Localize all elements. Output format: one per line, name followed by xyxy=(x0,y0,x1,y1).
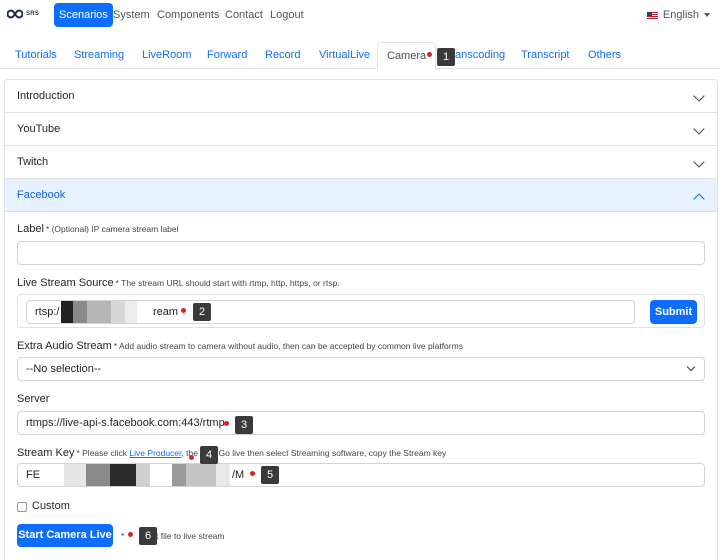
key-value-end: /M xyxy=(232,469,245,481)
custom-checkbox[interactable] xyxy=(17,502,27,512)
chevron-down-icon xyxy=(693,123,705,135)
source-hint: * The stream URL should start with rtmp,… xyxy=(115,278,340,288)
live-producer-link[interactable]: Live Producer xyxy=(129,448,181,458)
redaction-block xyxy=(111,301,125,323)
redaction-block xyxy=(64,464,86,486)
start-camera-live-button[interactable]: Start Camera Live xyxy=(17,524,113,547)
tab-transcript[interactable]: Transcript xyxy=(521,49,570,61)
redaction-block xyxy=(136,464,150,486)
accordion-title: YouTube xyxy=(17,123,61,135)
key-value-start: FE xyxy=(26,469,41,481)
audio-selected: --No selection-- xyxy=(26,363,102,375)
custom-label: Custom xyxy=(32,500,70,512)
tab-forward[interactable]: Forward xyxy=(207,49,247,61)
tab-streaming[interactable]: Streaming xyxy=(74,49,124,61)
redaction-block xyxy=(186,464,216,486)
accordion-title: Introduction xyxy=(17,90,75,102)
tab-virtuallive[interactable]: VirtualLive xyxy=(319,49,370,61)
source-value-end: ream xyxy=(153,306,179,318)
accordion-facebook[interactable]: Facebook xyxy=(5,179,717,212)
chevron-up-icon xyxy=(693,193,705,205)
audio-field-label: Extra Audio Stream * Add audio stream to … xyxy=(17,340,463,352)
nav-scenarios[interactable]: Scenarios xyxy=(54,3,113,27)
start-hint-post: t file to live stream xyxy=(156,531,225,541)
key-hint-pre: * Please click xyxy=(76,448,128,458)
label-hint: * (Optional) IP camera stream label xyxy=(45,224,179,234)
accordion-youtube[interactable]: YouTube xyxy=(5,113,717,146)
server-input[interactable]: rtmps://live-api-s.facebook.com:443/rtmp xyxy=(17,411,705,435)
chevron-down-icon xyxy=(693,90,705,102)
server-title: Server xyxy=(17,393,50,405)
tab-tutorials[interactable]: Tutorials xyxy=(15,49,57,61)
accordion-introduction[interactable]: Introduction xyxy=(5,80,717,113)
marker-4: 4 xyxy=(200,446,218,464)
source-input-group: rtsp:/ ream Submit xyxy=(17,294,705,328)
marker-2: 2 xyxy=(193,303,211,321)
scenario-tabs: Tutorials Streaming LiveRoom Forward Rec… xyxy=(0,42,720,70)
nav-components[interactable]: Components xyxy=(157,9,219,21)
chevron-down-icon xyxy=(686,362,696,372)
marker-dot xyxy=(181,308,186,313)
tab-others[interactable]: Others xyxy=(588,49,621,61)
language-label: English xyxy=(662,9,699,21)
redaction-block xyxy=(87,301,111,323)
marker-dot xyxy=(128,532,133,537)
audio-title: Extra Audio Stream xyxy=(17,340,112,352)
marker-1: 1 xyxy=(437,48,455,66)
key-field-label: Stream Key * Please click Live Producer, … xyxy=(17,447,446,459)
redaction-block xyxy=(86,464,110,486)
us-flag-icon xyxy=(646,11,658,19)
nav-system[interactable]: System xyxy=(113,9,150,21)
source-value-start: rtsp:/ xyxy=(35,306,60,318)
accordion-twitch[interactable]: Twitch xyxy=(5,146,717,179)
label-title: Label xyxy=(17,223,44,235)
language-dropdown[interactable]: English xyxy=(646,9,710,21)
key-hint-post: k Go live then select Streaming software… xyxy=(211,448,447,458)
accordion-title: Twitch xyxy=(17,156,49,168)
redaction-block xyxy=(61,301,73,323)
submit-button[interactable]: Submit xyxy=(650,300,697,324)
srs-logo[interactable]: SRS xyxy=(7,9,39,19)
nav-logout[interactable]: Logout xyxy=(270,9,304,21)
redaction-block xyxy=(110,464,136,486)
marker-6: 6 xyxy=(139,527,157,545)
start-hint-pre: * xyxy=(121,531,125,541)
marker-dot xyxy=(224,421,229,426)
key-title: Stream Key xyxy=(17,447,75,459)
tab-record[interactable]: Record xyxy=(265,49,300,61)
logo-text: SRS xyxy=(26,11,40,17)
audio-hint: * Add audio stream to camera without aud… xyxy=(113,341,463,351)
marker-5: 5 xyxy=(261,466,279,484)
marker-dot xyxy=(427,52,432,57)
source-field-label: Live Stream Source * The stream URL shoul… xyxy=(17,277,340,289)
stream-key-input[interactable]: FE /M xyxy=(17,463,705,487)
label-field-label: Label * (Optional) IP camera stream label xyxy=(17,223,179,235)
marker-dot xyxy=(189,455,194,460)
audio-select[interactable]: --No selection-- xyxy=(17,357,705,381)
redaction-block xyxy=(73,301,87,323)
tab-liveroom[interactable]: LiveRoom xyxy=(142,49,192,61)
marker-3: 3 xyxy=(235,416,253,434)
accordion-title: Facebook xyxy=(17,189,66,201)
chevron-down-icon xyxy=(693,156,705,168)
marker-dot xyxy=(250,471,255,476)
redaction-block xyxy=(216,464,230,486)
infinity-icon xyxy=(7,9,23,19)
redaction-block xyxy=(125,301,137,323)
source-input[interactable]: rtsp:/ ream xyxy=(26,300,635,324)
nav-contact[interactable]: Contact xyxy=(225,9,263,21)
redaction-block xyxy=(172,464,186,486)
source-title: Live Stream Source xyxy=(17,277,114,289)
server-field-label: Server xyxy=(17,393,49,405)
label-input[interactable] xyxy=(17,241,705,265)
top-navbar: SRS Scenarios System Components Contact … xyxy=(0,0,720,32)
caret-down-icon xyxy=(704,13,710,17)
